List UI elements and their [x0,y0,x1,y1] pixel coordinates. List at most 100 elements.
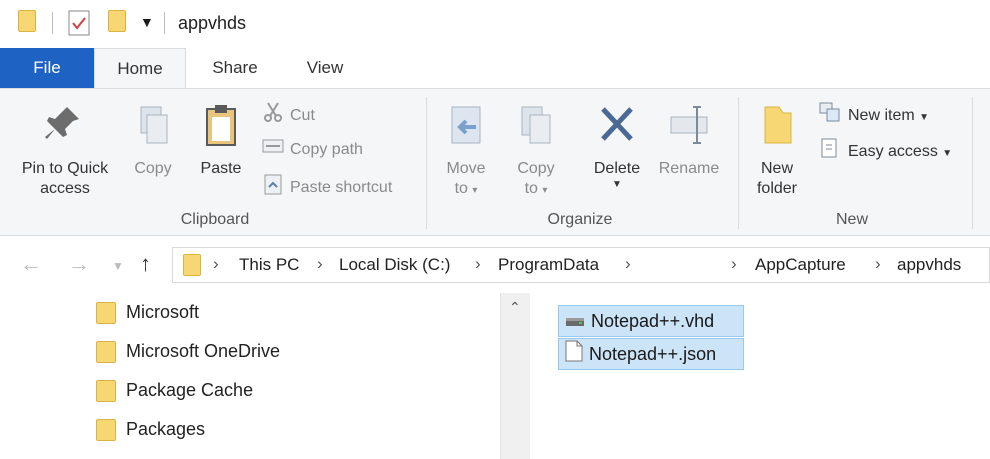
tab-share[interactable]: Share [200,48,270,88]
nav-item-package-cache[interactable]: Package Cache [96,375,253,405]
delete-button[interactable]: Delete ▼ [586,103,648,191]
nav-item-label: Package Cache [126,380,254,400]
copy-path-icon [262,137,284,163]
easy-access-label: Easy access [848,143,938,161]
new-item-icon [818,101,842,131]
tab-view[interactable]: View [290,48,360,88]
copy-path-label: Copy path [290,141,363,159]
move-to-button[interactable]: Move to ▾ [436,103,496,201]
group-divider [426,97,427,229]
group-divider [972,97,973,229]
properties-icon[interactable] [68,10,90,41]
pin-label-line1: Pin to Quick [21,160,109,177]
pin-icon [10,103,120,153]
recent-locations-chevron-icon[interactable]: ▼ [112,259,124,273]
nav-item-label: Microsoft [126,302,200,322]
breadcrumb-chevron-icon[interactable]: › [317,254,323,274]
forward-arrow-icon[interactable]: → [68,251,90,277]
scroll-up-chevron-icon[interactable]: ⌃ [509,299,521,316]
folder-icon [96,380,116,403]
customize-toolbar-icon[interactable]: ▼ [140,14,154,30]
new-folder-icon [746,103,808,153]
move-to-label-line1: Move [446,160,486,177]
new-group-label: New [835,211,868,228]
nav-item-label: Packages [126,419,206,439]
paste-label: Paste [200,160,242,177]
divider [164,12,165,34]
file-list: Notepad++.vhd Notepad++.json [530,293,990,459]
paste-shortcut-label: Paste shortcut [290,179,393,197]
folder-icon[interactable] [18,10,36,32]
breadcrumb-this-pc[interactable]: This PC [239,255,299,275]
breadcrumb-appcapture[interactable]: AppCapture [755,255,846,275]
nav-scrollbar[interactable]: ⌃ [500,293,530,459]
breadcrumb-chevron-icon[interactable]: › [213,254,219,274]
rename-label: Rename [658,160,720,177]
new-folder-icon[interactable] [108,10,126,32]
up-arrow-icon[interactable]: ↑ [140,251,151,277]
folder-icon [96,302,116,325]
paste-shortcut-icon [262,173,284,203]
nav-item-packages[interactable]: Packages [96,414,205,444]
breadcrumb-chevron-icon[interactable]: › [731,254,737,274]
nav-item-microsoft-onedrive[interactable]: Microsoft OneDrive [96,336,280,366]
rename-icon [654,103,724,153]
address-bar-row: ← → ▼ ↑ › This PC › Local Disk (C:) › Pr… [0,237,990,293]
nav-item-microsoft[interactable]: Microsoft [96,297,199,327]
rename-button[interactable]: Rename [654,103,724,179]
tab-home[interactable]: Home [94,48,186,88]
cut-label: Cut [290,107,315,125]
breadcrumb-appvhds[interactable]: appvhds [897,255,961,275]
group-divider [738,97,739,229]
ribbon: Pin to Quick access Copy Paste Cut Copy … [0,88,990,236]
copy-label: Copy [134,160,172,177]
new-item-button[interactable]: New item ▼ [818,101,929,125]
new-item-label: New item [848,107,915,125]
move-to-icon [436,103,496,153]
address-box[interactable]: › This PC › Local Disk (C:) › ProgramDat… [172,247,990,283]
folder-icon [96,341,116,364]
organize-group-label: Organize [547,211,613,228]
window-title: appvhds [178,13,247,33]
copy-to-label-line1: Copy [517,160,555,177]
divider [52,12,53,34]
delete-label: Delete [593,160,641,177]
tab-file[interactable]: File [0,48,94,88]
folder-icon [183,254,201,276]
copy-button[interactable]: Copy [124,103,182,179]
copy-to-label-line2: to ▾ [524,180,548,197]
copy-path-button[interactable]: Copy path [262,137,363,161]
paste-shortcut-button[interactable]: Paste shortcut [262,173,392,197]
file-item-vhd[interactable]: Notepad++.vhd [558,305,744,337]
breadcrumb-programdata[interactable]: ProgramData [498,255,599,275]
delete-x-icon [586,103,648,153]
new-folder-label-line2: folder [756,180,798,197]
pin-label-line2: access [40,180,90,197]
vhd-drive-icon [565,307,585,337]
new-folder-button[interactable]: New folder [746,103,808,199]
clipboard-group-label: Clipboard [180,211,250,228]
nav-item-label: Microsoft OneDrive [126,341,281,361]
breadcrumb-chevron-icon[interactable]: › [475,254,481,274]
breadcrumb-chevron-icon[interactable]: › [875,254,881,274]
chevron-down-icon: ▼ [942,148,953,160]
easy-access-button[interactable]: Easy access ▼ [818,137,952,161]
pin-to-quick-access-button[interactable]: Pin to Quick access [10,103,120,199]
copy-to-icon [506,103,566,153]
document-icon [565,340,583,371]
title-bar: ▼ appvhds [0,0,990,48]
cut-button[interactable]: Cut [262,101,315,125]
breadcrumb-chevron-icon[interactable]: › [625,254,631,274]
navigation-pane: Microsoft Microsoft OneDrive Package Cac… [0,293,530,459]
clipboard-icon [192,103,250,153]
chevron-down-icon: ▼ [919,112,930,124]
copy-icon [124,103,182,153]
file-item-json[interactable]: Notepad++.json [558,338,744,370]
back-arrow-icon[interactable]: ← [20,251,42,277]
copy-to-button[interactable]: Copy to ▾ [506,103,566,201]
paste-button[interactable]: Paste [192,103,250,179]
breadcrumb-local-disk[interactable]: Local Disk (C:) [339,255,450,275]
new-folder-label-line1: New [760,160,793,177]
easy-access-icon [818,137,842,167]
chevron-down-icon: ▼ [612,179,622,190]
